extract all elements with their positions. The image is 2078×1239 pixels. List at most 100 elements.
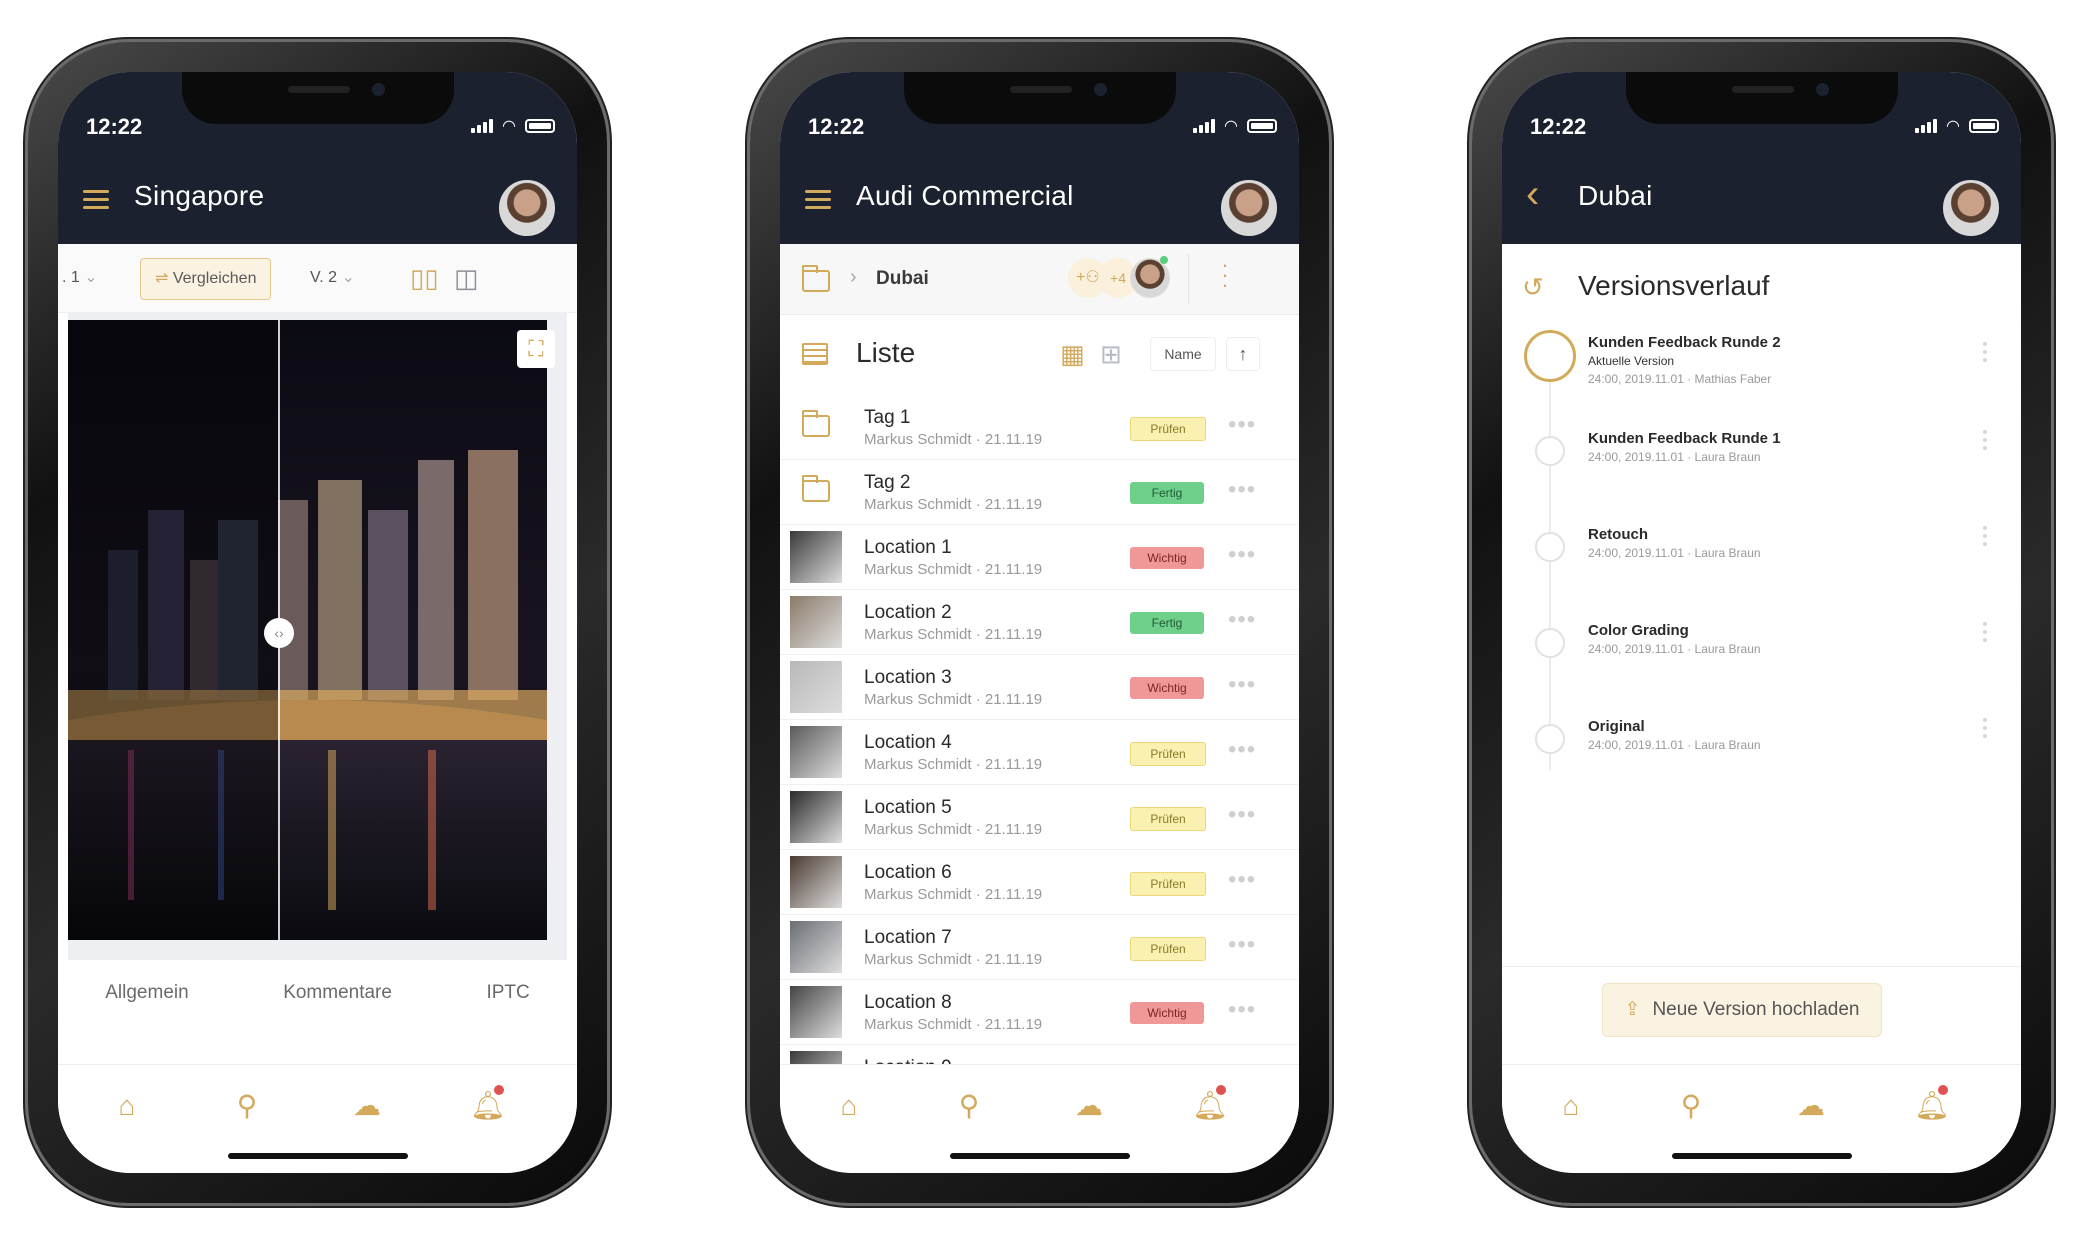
thumbnail — [790, 791, 842, 843]
more-vertical-icon[interactable] — [1983, 430, 1987, 454]
night-city-photo[interactable]: ‹› — [68, 320, 567, 940]
left-version-select[interactable]: . 1 ⌄ — [62, 258, 98, 298]
compare-button[interactable]: ⇌ Vergleichen — [140, 258, 272, 300]
list-item[interactable]: Location 3 Markus Schmidt · 21.11.19 Wicht… — [780, 655, 1299, 720]
thumbnail — [790, 661, 842, 713]
tab-allgemein[interactable]: Allgemein — [105, 968, 188, 1018]
hamburger-menu-icon[interactable] — [83, 190, 109, 209]
status-badge[interactable]: Fertig — [1130, 482, 1204, 504]
member-avatar[interactable] — [1130, 258, 1170, 298]
list-item[interactable]: Location 5 Markus Schmidt · 21.11.19 Prüfe… — [780, 785, 1299, 850]
status-badge[interactable]: Wichtig — [1130, 1002, 1204, 1024]
list-item[interactable]: Tag 1 Markus Schmidt · 21.11.19 Prüfen ••• — [780, 395, 1299, 460]
more-vertical-icon[interactable] — [1983, 526, 1987, 550]
more-horizontal-icon[interactable]: ••• — [1228, 801, 1256, 829]
table-view-icon[interactable]: ▦ — [1060, 339, 1085, 370]
search-icon[interactable]: ⚲ — [952, 1089, 986, 1123]
home-icon[interactable]: ⌂ — [832, 1089, 866, 1123]
list-item[interactable]: Tag 2 Markus Schmidt · 21.11.19 Fertig ••• — [780, 460, 1299, 525]
tab-kommentare[interactable]: Kommentare — [283, 968, 392, 1018]
avatar[interactable] — [499, 180, 555, 236]
search-icon[interactable]: ⚲ — [230, 1089, 264, 1123]
status-time: 12:22 — [808, 114, 865, 139]
hamburger-menu-icon[interactable] — [805, 190, 831, 209]
side-by-side-icon[interactable]: ◫ — [454, 258, 479, 298]
more-horizontal-icon[interactable]: ••• — [1228, 541, 1256, 569]
folder-icon[interactable] — [802, 265, 830, 292]
more-vertical-icon[interactable]: · · · — [1220, 254, 1230, 296]
status-badge[interactable]: Prüfen — [1130, 742, 1206, 766]
wifi-icon: ◠ — [1946, 118, 1960, 135]
status-badge[interactable]: Prüfen — [1130, 872, 1206, 896]
more-horizontal-icon[interactable]: ••• — [1228, 476, 1256, 504]
more-horizontal-icon[interactable]: ••• — [1228, 736, 1256, 764]
more-horizontal-icon[interactable]: ••• — [1228, 411, 1256, 439]
cloud-upload-icon[interactable]: ☁ — [1794, 1089, 1828, 1123]
home-icon[interactable]: ⌂ — [1554, 1089, 1588, 1123]
status-badge[interactable]: Wichtig — [1130, 677, 1204, 699]
timeline-node-icon — [1535, 724, 1565, 754]
list-item[interactable]: Location 4 Markus Schmidt · 21.11.19 Prüfe… — [780, 720, 1299, 785]
folder-icon — [802, 410, 830, 437]
list-item[interactable]: Location 6 Markus Schmidt · 21.11.19 Prüfe… — [780, 850, 1299, 915]
more-horizontal-icon[interactable]: ••• — [1228, 931, 1256, 959]
list-item[interactable]: Location 2 Markus Schmidt · 21.11.19 Ferti… — [780, 590, 1299, 655]
home-icon[interactable]: ⌂ — [110, 1089, 144, 1123]
grid-view-icon[interactable]: ⊞ — [1100, 339, 1122, 370]
list-item[interactable]: Location 1 Markus Schmidt · 21.11.19 Wicht… — [780, 525, 1299, 590]
item-title: Location 6 — [864, 862, 952, 883]
status-time: 12:22 — [86, 114, 143, 139]
cloud-upload-icon[interactable]: ☁ — [1072, 1089, 1106, 1123]
list-title: Liste — [856, 337, 916, 368]
right-version-select[interactable]: V. 2 ⌄ — [310, 258, 355, 298]
version-item[interactable]: Kunden Feedback Runde 1 24:00, 2019.11.01… — [1502, 426, 2021, 516]
thumbnail — [790, 531, 842, 583]
wifi-icon: ◠ — [1224, 118, 1238, 135]
item-meta: Markus Schmidt · 21.11.19 — [864, 886, 1043, 903]
thumbnail — [790, 856, 842, 908]
back-icon[interactable]: ‹ — [1526, 172, 1539, 217]
avatar[interactable] — [1943, 180, 1999, 236]
sort-direction-icon[interactable]: ↑ — [1226, 337, 1260, 371]
more-horizontal-icon[interactable]: ••• — [1228, 606, 1256, 634]
tab-iptc[interactable]: IPTC — [486, 968, 529, 1018]
breadcrumb-folder[interactable]: Dubai — [876, 268, 929, 290]
signal-icon — [1193, 119, 1216, 133]
version-item[interactable]: Original 24:00, 2019.11.01 · Laura Braun — [1502, 714, 2021, 804]
timeline-node-icon — [1535, 436, 1565, 466]
version-item[interactable]: Color Grading 24:00, 2019.11.01 · Laura B… — [1502, 618, 2021, 708]
upload-version-button[interactable]: ⇪ Neue Version hochladen — [1602, 983, 1882, 1037]
fullscreen-icon[interactable]: ⛶ — [517, 330, 555, 368]
cloud-upload-icon[interactable]: ☁ — [350, 1089, 384, 1123]
battery-icon — [1247, 119, 1277, 133]
chevron-down-icon: ⌄ — [84, 269, 98, 286]
avatar[interactable] — [1221, 180, 1277, 236]
split-handle-icon[interactable]: ‹› — [264, 618, 294, 648]
detail-tabs: Allgemein Kommentare IPTC — [58, 968, 577, 1018]
search-icon[interactable]: ⚲ — [1674, 1089, 1708, 1123]
more-horizontal-icon[interactable]: ••• — [1228, 671, 1256, 699]
compare-toolbar: . 1 ⌄ ⇌ Vergleichen V. 2 ⌄ ▯▯ ◫ — [58, 244, 577, 313]
list-item[interactable]: Location 8 Markus Schmidt · 21.11.19 Wicht… — [780, 980, 1299, 1045]
timeline-node-icon — [1535, 628, 1565, 658]
list-item[interactable]: Location 7 Markus Schmidt · 21.11.19 Prüfe… — [780, 915, 1299, 980]
more-vertical-icon[interactable] — [1983, 342, 1987, 366]
more-horizontal-icon[interactable]: ••• — [1228, 996, 1256, 1024]
status-badge[interactable]: Prüfen — [1130, 937, 1206, 961]
item-meta: Markus Schmidt · 21.11.19 — [864, 626, 1043, 643]
status-badge[interactable]: Prüfen — [1130, 807, 1206, 831]
version-item[interactable]: Kunden Feedback Runde 2 Aktuelle Version 2… — [1502, 330, 2021, 420]
split-view-icon[interactable]: ▯▯ — [410, 258, 439, 298]
more-horizontal-icon[interactable]: ••• — [1228, 866, 1256, 894]
battery-icon — [525, 119, 555, 133]
sort-select[interactable]: Name — [1150, 337, 1216, 371]
more-vertical-icon[interactable] — [1983, 718, 1987, 742]
version-item[interactable]: Retouch 24:00, 2019.11.01 · Laura Braun — [1502, 522, 2021, 612]
status-badge[interactable]: Wichtig — [1130, 547, 1204, 569]
status-badge[interactable]: Prüfen — [1130, 417, 1206, 441]
more-vertical-icon[interactable] — [1983, 622, 1987, 646]
status-badge[interactable]: Fertig — [1130, 612, 1204, 634]
item-title: Location 8 — [864, 992, 952, 1013]
divider — [1188, 254, 1189, 304]
page-title: Singapore — [134, 180, 265, 211]
